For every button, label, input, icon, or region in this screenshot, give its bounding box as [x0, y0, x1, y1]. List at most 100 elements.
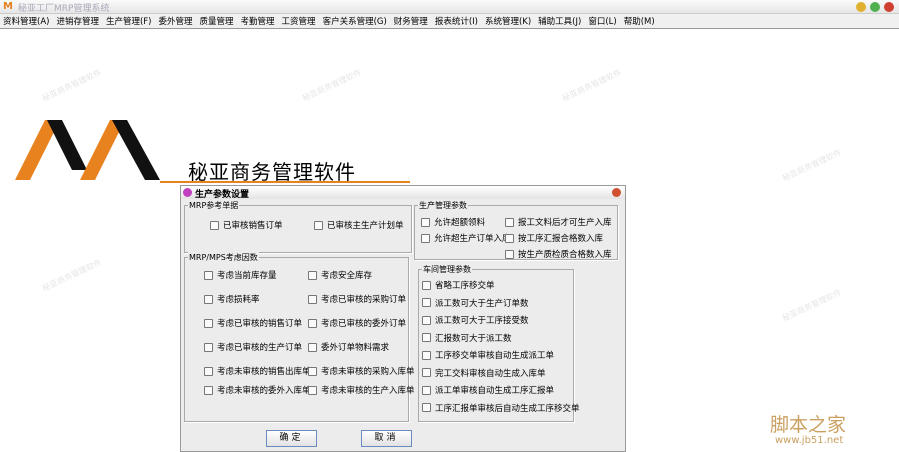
checkbox[interactable] — [505, 233, 514, 243]
menu-item[interactable]: 进销存管理 — [56, 15, 99, 27]
checkbox-option[interactable]: 工序汇报单审核后自动生成工序移交单 — [422, 402, 580, 414]
checkbox-option[interactable]: 已审核销售订单 — [210, 219, 283, 231]
checkbox-label: 允许超生产订单入库 — [434, 234, 511, 244]
checkbox-label: 派工单审核自动生成工序汇报单 — [435, 386, 555, 396]
menu-item[interactable]: 工资管理 — [282, 15, 316, 27]
checkbox-option[interactable]: 考虑损耗率 — [204, 293, 260, 305]
menu-item[interactable]: 窗口(L) — [588, 15, 616, 27]
menu-item[interactable]: 帮助(M) — [624, 15, 655, 27]
checkbox-option[interactable]: 考虑已审核的委外订单 — [308, 317, 406, 329]
menu-item[interactable]: 客户关系管理(G) — [323, 15, 387, 27]
checkbox-option[interactable]: 完工交料审核自动生成入库单 — [422, 367, 546, 379]
checkbox-label: 完工交料审核自动生成入库单 — [435, 368, 546, 379]
menu-item[interactable]: 考勤管理 — [241, 15, 275, 27]
close-button[interactable] — [884, 2, 894, 12]
checkbox[interactable] — [308, 342, 317, 352]
watermark: 秘亚商务管理软件 — [301, 67, 363, 104]
checkbox-option[interactable]: 考虑未审核的采购入库单 — [308, 365, 415, 377]
menu-item[interactable]: 财务管理 — [394, 15, 428, 27]
dialog-icon — [183, 188, 192, 197]
maximize-button[interactable] — [870, 2, 880, 12]
checkbox-option[interactable]: 考虑已审核的销售订单 — [204, 317, 302, 329]
menu-item[interactable]: 系统管理(K) — [485, 15, 531, 27]
checkbox-option[interactable]: 考虑未审核的委外入库单 — [204, 384, 311, 396]
checkbox-label: 工序移交单审核自动生成派工单 — [435, 351, 555, 361]
checkbox-option[interactable]: 委外订单物料需求 — [308, 341, 389, 353]
checkbox[interactable] — [422, 280, 431, 290]
group-label: MRP参考单据 — [188, 200, 240, 211]
mrp-factors-group: MRP/MPS考虑因数 — [184, 252, 409, 422]
watermark: 秘亚商务管理软件 — [41, 257, 103, 294]
checkbox-label: 工序汇报单审核后自动生成工序移交单 — [435, 403, 580, 414]
checkbox-option[interactable]: 派工数可大于生产订单数 — [422, 297, 529, 309]
checkbox-option[interactable]: 已审核主生产计划单 — [314, 219, 404, 231]
checkbox[interactable] — [204, 318, 213, 328]
checkbox-label: 已审核销售订单 — [223, 221, 283, 231]
group-label: 车间管理参数 — [422, 264, 472, 275]
checkbox[interactable] — [422, 315, 431, 325]
workshop-group: 车间管理参数 — [418, 264, 574, 422]
checkbox-option[interactable]: 派工数可大于工序接受数 — [422, 314, 529, 326]
checkbox-option[interactable]: 报工文料后才可生产入库 — [505, 216, 612, 228]
checkbox-label: 派工数可大于工序接受数 — [435, 316, 529, 326]
checkbox-label: 按工序汇报合格数入库 — [518, 234, 604, 244]
checkbox-option[interactable]: 汇报数可大于派工数 — [422, 332, 512, 344]
checkbox-option[interactable]: 省略工序移交单 — [422, 279, 495, 291]
menu-item[interactable]: 生产管理(F) — [106, 15, 152, 27]
checkbox[interactable] — [314, 220, 323, 230]
dialog-title-bar: 生产参数设置 — [181, 186, 625, 200]
dialog-title: 生产参数设置 — [195, 190, 250, 200]
checkbox-label: 考虑未审核的采购入库单 — [321, 367, 415, 377]
checkbox-option[interactable]: 考虑未审核的销售出库单 — [204, 365, 311, 377]
menu-item[interactable]: 报表统计(I) — [435, 15, 478, 27]
cancel-button[interactable]: 取消 — [361, 430, 412, 447]
checkbox[interactable] — [210, 220, 219, 230]
menu-item[interactable]: 辅助工具(J) — [538, 15, 581, 27]
production-settings-dialog: 生产参数设置 MRP参考单据 MRP/MPS考虑因数 生产管理参数 车间管理参数… — [180, 185, 626, 452]
checkbox-option[interactable]: 按工序汇报合格数入库 — [505, 232, 603, 244]
group-label: MRP/MPS考虑因数 — [188, 252, 259, 263]
checkbox[interactable] — [308, 385, 317, 395]
checkbox[interactable] — [308, 294, 317, 304]
checkbox[interactable] — [422, 333, 431, 342]
dialog-close-button[interactable] — [612, 188, 621, 197]
checkbox[interactable] — [421, 217, 430, 227]
menu-item[interactable]: 资料管理(A) — [3, 15, 49, 27]
checkbox[interactable] — [204, 385, 213, 395]
checkbox[interactable] — [421, 233, 430, 243]
checkbox-label: 按生产质检质合格数入库 — [518, 250, 612, 260]
checkbox-option[interactable]: 允许超额领料 — [421, 216, 485, 228]
checkbox-label: 考虑已审核的委外订单 — [321, 319, 407, 329]
checkbox[interactable] — [204, 366, 213, 376]
checkbox-option[interactable]: 考虑已审核的采购订单 — [308, 293, 406, 305]
checkbox[interactable] — [422, 368, 431, 377]
menu-item[interactable]: 委外管理 — [159, 15, 193, 27]
checkbox-option[interactable]: 允许超生产订单入库 — [421, 232, 511, 244]
minimize-button[interactable] — [856, 2, 866, 12]
checkbox-label: 考虑已审核的采购订单 — [321, 295, 407, 305]
checkbox[interactable] — [422, 403, 431, 412]
menu-item[interactable]: 质量管理 — [200, 15, 234, 27]
checkbox[interactable] — [422, 385, 431, 395]
checkbox[interactable] — [204, 342, 213, 352]
checkbox-option[interactable]: 考虑未审核的生产入库单 — [308, 384, 415, 396]
checkbox-label: 考虑未审核的委外入库单 — [217, 386, 311, 396]
checkbox-option[interactable]: 考虑当前库存量 — [204, 269, 277, 281]
checkbox-option[interactable]: 派工单审核自动生成工序汇报单 — [422, 384, 554, 396]
checkbox[interactable] — [505, 217, 514, 227]
checkbox-label: 报工文料后才可生产入库 — [518, 218, 612, 228]
checkbox[interactable] — [308, 366, 317, 376]
checkbox-option[interactable]: 工序移交单审核自动生成派工单 — [422, 349, 554, 361]
checkbox[interactable] — [422, 350, 431, 360]
checkbox-option[interactable]: 按生产质检质合格数入库 — [505, 248, 612, 260]
ok-button[interactable]: 确定 — [266, 430, 317, 447]
checkbox[interactable] — [204, 270, 213, 280]
watermark-logo: 脚本之家 — [770, 414, 847, 436]
checkbox[interactable] — [204, 294, 213, 304]
checkbox[interactable] — [505, 249, 514, 259]
checkbox-option[interactable]: 考虑已审核的生产订单 — [204, 341, 302, 353]
checkbox[interactable] — [308, 318, 317, 328]
checkbox[interactable] — [308, 270, 317, 280]
checkbox-option[interactable]: 考虑安全库存 — [308, 269, 372, 281]
checkbox[interactable] — [422, 298, 431, 307]
